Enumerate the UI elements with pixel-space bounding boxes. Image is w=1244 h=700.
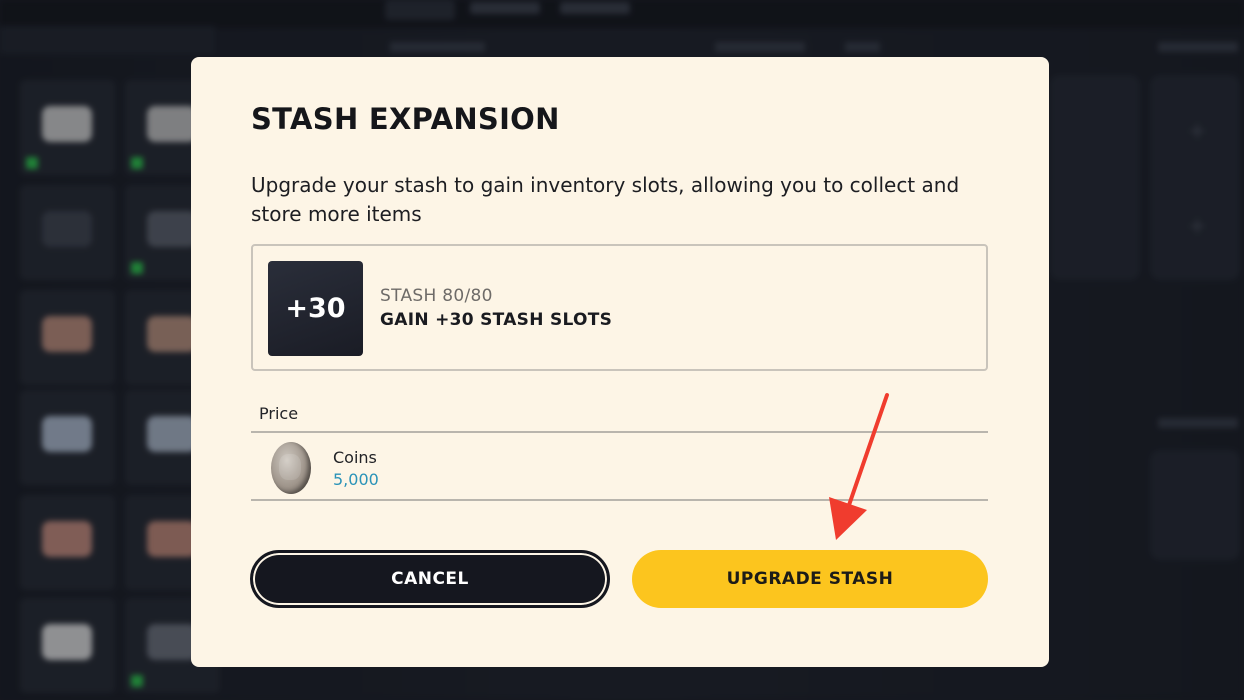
upgrade-tile-text: +30 xyxy=(285,293,346,324)
currency-name: Coins xyxy=(333,448,377,467)
stash-gain-text: GAIN +30 STASH SLOTS xyxy=(380,310,613,330)
price-divider-bottom xyxy=(251,499,988,501)
upgrade-card: +30 STASH 80/80 GAIN +30 STASH SLOTS xyxy=(251,244,988,371)
price-divider-top xyxy=(251,431,988,433)
upgrade-tile: +30 xyxy=(268,261,363,356)
dialog-title: STASH EXPANSION xyxy=(251,102,560,136)
upgrade-stash-button[interactable]: UPGRADE STASH xyxy=(632,550,988,608)
cancel-button[interactable]: CANCEL xyxy=(250,550,610,608)
dialog-description: Upgrade your stash to gain inventory slo… xyxy=(251,173,960,226)
stash-count: STASH 80/80 xyxy=(380,286,493,306)
price-label: Price xyxy=(259,404,299,423)
price-amount: 5,000 xyxy=(333,470,379,489)
stash-expansion-dialog: STASH EXPANSION Upgrade your stash to ga… xyxy=(191,57,1049,667)
coin-icon xyxy=(271,442,311,494)
